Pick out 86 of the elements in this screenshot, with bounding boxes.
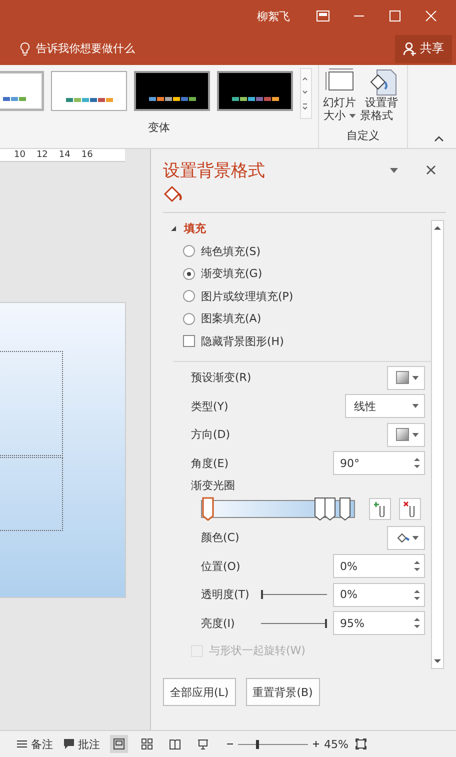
radio-button[interactable] xyxy=(183,290,195,302)
ruler-number: 16 xyxy=(81,150,93,160)
zoom-in-icon[interactable] xyxy=(312,740,320,748)
gallery-scrollbar[interactable] xyxy=(300,68,312,119)
add-stop-icon xyxy=(373,500,387,516)
group-label: 变体 xyxy=(148,120,170,135)
gradient-stop[interactable] xyxy=(324,496,336,520)
scrollbar[interactable] xyxy=(431,220,444,669)
variant-thumbnail[interactable] xyxy=(134,71,210,111)
radio-button[interactable] xyxy=(183,268,195,280)
comments-button[interactable]: 批注 xyxy=(63,736,100,752)
remove-stop-button[interactable] xyxy=(399,498,421,520)
field-label: 角度(E) xyxy=(191,456,230,471)
color-dropdown[interactable] xyxy=(387,526,425,550)
dropdown-icon[interactable] xyxy=(390,168,398,172)
field-label: 类型(Y) xyxy=(191,398,230,414)
brightness-spinbox[interactable]: 95% xyxy=(333,611,425,636)
option-label: 渐变填充(G) xyxy=(201,266,262,282)
person-icon xyxy=(403,42,417,56)
spin-arrows-icon[interactable] xyxy=(414,617,420,630)
tell-me-field[interactable]: 告诉我你想要做什么 xyxy=(20,41,135,56)
field-label: 方向(D) xyxy=(191,427,232,442)
scroll-down-icon[interactable] xyxy=(434,659,441,664)
ribbon-display-icon[interactable] xyxy=(316,10,330,22)
spin-arrows-icon[interactable] xyxy=(414,560,420,572)
caret-icon xyxy=(412,536,419,540)
gradient-swatch-icon xyxy=(396,371,409,384)
apply-all-button[interactable]: 全部应用(L) xyxy=(163,678,236,706)
field-label: 位置(O) xyxy=(201,558,242,574)
preset-gradient-dropdown[interactable] xyxy=(387,366,425,390)
spin-arrows-icon[interactable] xyxy=(414,588,420,601)
gradient-stop[interactable] xyxy=(202,496,214,520)
field-label: 渐变光圈 xyxy=(190,478,236,494)
checkbox[interactable] xyxy=(183,335,195,348)
fill-tab-icon[interactable] xyxy=(163,185,183,203)
add-stop-button[interactable] xyxy=(369,498,391,520)
user-name: 柳絮飞 xyxy=(257,8,290,24)
gradient-stop[interactable] xyxy=(339,496,352,520)
radio-button[interactable] xyxy=(183,312,195,325)
ruler-number: 12 xyxy=(36,150,48,160)
field-label: 颜色(C) xyxy=(201,530,240,546)
field-label: 透明度(T) xyxy=(201,587,250,602)
type-dropdown[interactable]: 线性 xyxy=(345,394,425,418)
lightbulb-icon xyxy=(20,42,30,56)
scroll-up-icon[interactable] xyxy=(434,225,441,230)
variant-thumbnail[interactable] xyxy=(51,71,127,111)
position-spinbox[interactable]: 0% xyxy=(333,554,425,578)
ruler-number: 14 xyxy=(58,150,70,160)
field-label: 亮度(I) xyxy=(201,616,236,631)
gradient-stop[interactable] xyxy=(314,496,326,520)
notes-icon xyxy=(16,738,28,750)
transparency-spinbox[interactable]: 0% xyxy=(333,582,425,607)
placeholder-box[interactable] xyxy=(0,457,63,531)
direction-dropdown[interactable] xyxy=(387,422,425,447)
section-header[interactable]: 填充 xyxy=(163,220,431,236)
share-button[interactable]: 共享 xyxy=(395,34,452,62)
checkbox-label: 隐藏背景图形(H) xyxy=(201,334,284,349)
paint-bucket-icon xyxy=(396,532,410,544)
checkbox-label: 与形状一起旋转(W) xyxy=(209,643,306,658)
normal-view-icon[interactable] xyxy=(110,735,128,753)
notes-button[interactable]: 备注 xyxy=(16,736,53,752)
collapse-ribbon-icon[interactable] xyxy=(434,136,444,142)
option-label: 图片或纹理填充(P) xyxy=(201,288,294,304)
field-label: 预设渐变(R) xyxy=(191,370,252,386)
angle-spinbox[interactable]: 90° xyxy=(333,451,425,476)
gradient-swatch-icon xyxy=(396,428,409,442)
option-label: 纯色填充(S) xyxy=(201,244,261,259)
caret-icon xyxy=(412,404,419,408)
panel-title: 设置背景格式 xyxy=(163,160,266,182)
ruler-number: 10 xyxy=(14,150,26,160)
spin-arrows-icon[interactable] xyxy=(414,457,420,470)
maximize-icon[interactable] xyxy=(388,10,402,22)
remove-stop-icon xyxy=(403,500,417,516)
radio-button[interactable] xyxy=(183,245,195,258)
zoom-percentage[interactable]: 45% xyxy=(324,738,348,750)
caret-icon xyxy=(412,432,419,437)
comment-icon xyxy=(63,738,75,750)
ribbon-button[interactable]: 幻灯片 大小 xyxy=(322,68,357,128)
expand-icon xyxy=(171,226,176,230)
variant-thumbnail[interactable] xyxy=(217,71,293,111)
group-label: 自定义 xyxy=(346,128,380,143)
caret-icon xyxy=(412,376,419,380)
reset-background-button[interactable]: 重置背景(B) xyxy=(246,678,320,706)
option-label: 图案填充(A) xyxy=(201,311,262,326)
close-icon[interactable] xyxy=(426,165,436,175)
ribbon-button[interactable]: 设置背 景格式 xyxy=(359,68,404,128)
